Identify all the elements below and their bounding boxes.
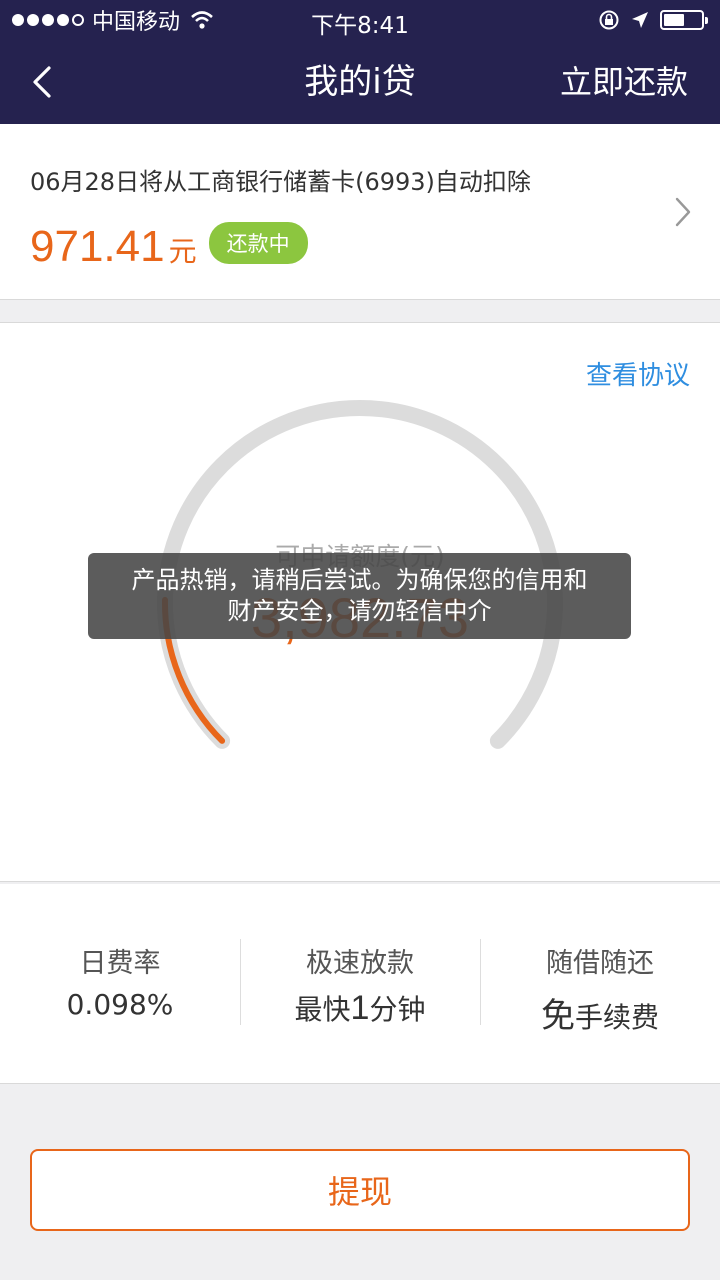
rotation-lock-icon — [599, 10, 619, 30]
navigation-bar: 我的i贷 立即还款 — [0, 40, 720, 124]
repayment-bill-card[interactable]: 06月28日将从工商银行储蓄卡(6993)自动扣除 971.41 元 还款中 — [0, 124, 720, 300]
repay-now-button[interactable]: 立即还款 — [560, 40, 688, 124]
feature-flexible-repay: 随借随还 免手续费 — [480, 938, 720, 1035]
repayment-amount: 971.41 元 还款中 — [30, 222, 308, 272]
amount-value: 971.41 — [30, 222, 165, 271]
toast-line: 产品热销，请稍后尝试。为确保您的信用和 — [131, 566, 588, 594]
feature-value: 0.098% — [66, 987, 174, 1021]
battery-icon — [660, 10, 708, 30]
withdraw-button[interactable]: 提现 — [30, 1149, 690, 1231]
feature-title: 极速放款 — [306, 947, 414, 979]
toast-line: 财产安全，请勿轻信中介 — [227, 597, 492, 625]
feature-fast-loan: 极速放款 最快1分钟 — [240, 938, 480, 1027]
view-agreement-link[interactable]: 查看协议 — [586, 355, 690, 392]
feature-title: 日费率 — [79, 947, 161, 979]
status-bar: 中国移动 下午8:41 — [0, 0, 720, 40]
repayment-description: 06月28日将从工商银行储蓄卡(6993)自动扣除 — [30, 168, 531, 196]
feature-strip: 日费率 0.098% 极速放款 最快1分钟 随借随还 免手续费 — [0, 884, 720, 1084]
feature-title: 随借随还 — [546, 947, 654, 979]
amount-unit: 元 — [168, 235, 197, 268]
status-badge: 还款中 — [208, 222, 308, 264]
feature-value: 最快1分钟 — [294, 988, 426, 1027]
feature-daily-rate: 日费率 0.098% — [0, 941, 240, 1027]
feature-value: 免手续费 — [540, 996, 659, 1035]
chevron-right-icon — [675, 197, 691, 227]
toast-message: 产品热销，请稍后尝试。为确保您的信用和 财产安全，请勿轻信中介 — [88, 553, 631, 639]
location-icon — [632, 12, 648, 28]
